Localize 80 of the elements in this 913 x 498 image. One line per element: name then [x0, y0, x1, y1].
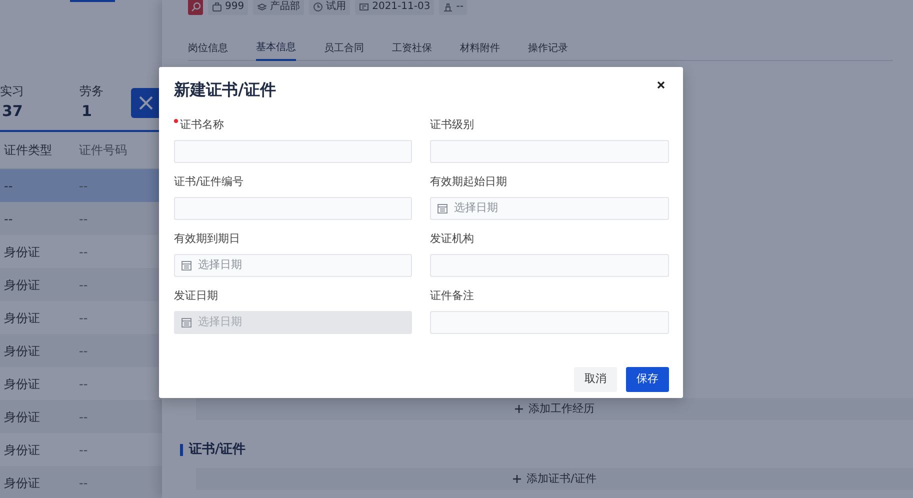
tab[interactable]: 员工合同 — [324, 37, 364, 61]
date-field[interactable]: 选择日期 — [430, 197, 669, 220]
dialog-title: 新建证书/证件 — [174, 79, 276, 101]
close-icon — [138, 94, 154, 110]
info-tag: 试用 — [309, 0, 350, 15]
calendar-icon — [437, 203, 448, 214]
tab[interactable]: 工资社保 — [392, 37, 432, 61]
table-cell-text: -- — [78, 210, 89, 228]
input-field[interactable] — [430, 140, 669, 163]
table-cell-text: 身份证 — [3, 342, 41, 360]
table-cell-text: 身份证 — [3, 244, 41, 260]
tab[interactable]: 材料附件 — [460, 37, 500, 61]
input-field[interactable] — [430, 254, 669, 277]
table-row[interactable]: 身份证 -- — [0, 334, 162, 367]
table-cell-text: -- — [3, 210, 14, 228]
add-certificate-button[interactable]: 添加证书/证件 — [196, 468, 913, 490]
stat-value: 37 — [1, 101, 24, 122]
section-marker — [180, 444, 183, 456]
table-cell-text: 身份证 — [3, 310, 41, 326]
plus-icon — [512, 475, 521, 483]
info-tag: 产品部 — [253, 0, 304, 15]
tab[interactable]: 岗位信息 — [188, 37, 228, 61]
close-button[interactable] — [130, 88, 162, 118]
calendar-icon — [181, 317, 192, 328]
table-cell-text: -- — [78, 244, 89, 260]
field-label: 证件备注 — [430, 288, 474, 304]
stat-label: 实习 — [0, 83, 25, 100]
field-label: 发证日期 — [174, 288, 218, 304]
table-row[interactable]: 身份证 -- — [0, 400, 162, 433]
date-field[interactable]: 选择日期 — [174, 254, 412, 277]
table-cell-text: 身份证 — [3, 474, 41, 492]
table-cell-text: 身份证 — [3, 442, 41, 458]
table-cell-text: -- — [78, 276, 89, 294]
table-cell-text: -- — [78, 474, 89, 492]
info-tag: -- — [439, 0, 468, 15]
tab[interactable]: 基本信息 — [256, 37, 296, 61]
field-label: 证书级别 — [430, 117, 474, 133]
table-cell-text: -- — [78, 408, 89, 426]
stat-value: 1 — [80, 101, 93, 122]
tab[interactable]: 操作记录 — [528, 37, 568, 61]
field-label: 有效期到期日 — [174, 231, 240, 247]
column-header: 证件类型 — [3, 142, 53, 159]
stat-label: 劳务 — [80, 83, 105, 100]
table-cell-text: -- — [78, 376, 89, 392]
layers-icon — [257, 2, 268, 12]
section-title: 证书/证件 — [189, 441, 246, 459]
input-field[interactable] — [174, 197, 412, 220]
field-label: 证书名称 — [180, 117, 224, 133]
field-label: 发证机构 — [430, 231, 474, 247]
clock-icon — [313, 2, 324, 12]
table-row[interactable]: 身份证 -- — [0, 433, 162, 466]
cancel-button[interactable]: 取消 — [574, 367, 617, 392]
table-cell-text: 身份证 — [3, 408, 41, 426]
card-icon — [359, 2, 370, 12]
calendar-icon — [181, 260, 192, 271]
column-header: 证件号码 — [78, 142, 128, 159]
table-row[interactable]: 身份证 -- — [0, 466, 162, 498]
input-field[interactable] — [174, 140, 412, 163]
input-field[interactable] — [430, 311, 669, 334]
table-cell-text: -- — [78, 442, 89, 458]
table-cell-text: 身份证 — [3, 376, 41, 392]
table-cell-text: -- — [3, 178, 14, 194]
save-button[interactable]: 保存 — [626, 367, 669, 392]
table-cell-text: 身份证 — [3, 276, 41, 294]
briefcase-icon — [212, 2, 222, 12]
add-work-button[interactable]: 添加工作经历 — [196, 398, 913, 420]
table-row[interactable]: -- -- — [0, 202, 162, 235]
table-cell-text: -- — [78, 310, 89, 326]
info-tag: 2021-11-03 — [355, 0, 434, 15]
info-tag: 999 — [208, 0, 248, 15]
table-row[interactable]: -- -- — [0, 169, 162, 202]
search-icon — [190, 2, 200, 12]
plus-icon — [514, 405, 522, 413]
table-row[interactable]: 身份证 -- — [0, 268, 162, 301]
tab-indicator — [70, 0, 115, 2]
field-label: 证书/证件编号 — [174, 174, 244, 190]
table-cell-text: -- — [78, 178, 89, 194]
building-icon — [443, 2, 454, 12]
field-label: 有效期起始日期 — [430, 174, 507, 190]
table-cell-text: -- — [78, 342, 89, 360]
